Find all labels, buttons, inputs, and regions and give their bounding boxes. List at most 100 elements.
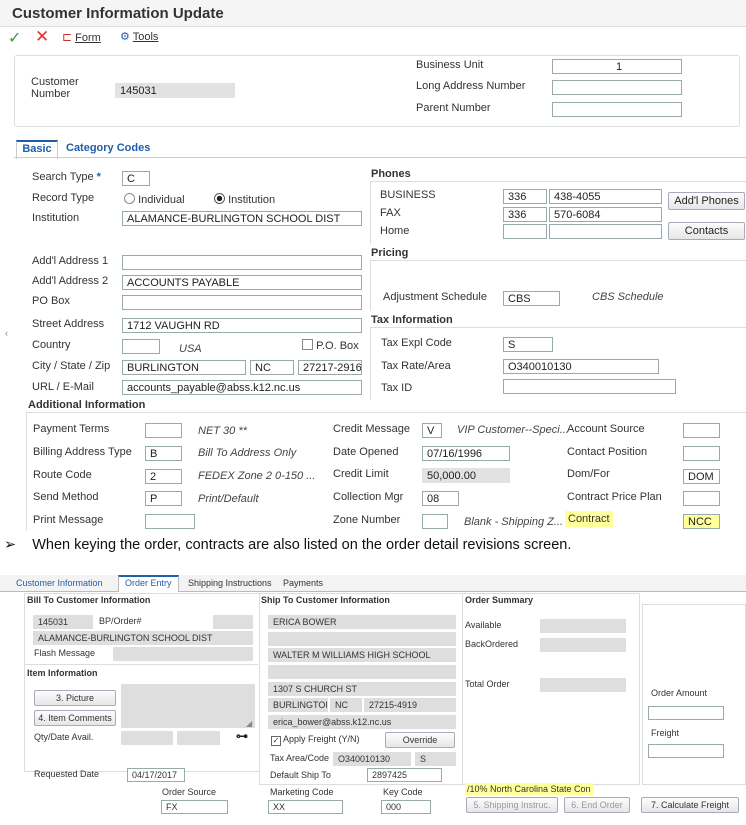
resize-grip-icon[interactable]: ◢	[246, 719, 252, 728]
email-field[interactable]: accounts_payable@abss.k12.nc.us	[122, 380, 362, 395]
tax-rate-field[interactable]: O340010130	[503, 359, 659, 374]
contract-field[interactable]: NCC	[683, 514, 720, 529]
shipping-instructions-button[interactable]: 5. Shipping Instruc.	[466, 797, 558, 813]
ship-to-title: Ship To Customer Information	[261, 595, 390, 605]
date-avail-field	[177, 731, 220, 745]
print-message-field[interactable]	[145, 514, 195, 529]
tax-id-field[interactable]	[503, 379, 676, 394]
phone-fax-number[interactable]: 570-6084	[549, 207, 662, 222]
qty-avail-field	[121, 731, 173, 745]
city-field[interactable]: BURLINGTON	[122, 360, 246, 375]
payment-terms-field[interactable]	[145, 423, 182, 438]
apply-freight-checkbox[interactable]: ✓ Apply Freight (Y/N)	[271, 734, 360, 746]
state-field[interactable]: NC	[250, 360, 294, 375]
form-icon: ⊏	[62, 30, 73, 44]
checkbox-icon	[302, 339, 313, 350]
calculate-freight-button[interactable]: 7. Calculate Freight	[641, 797, 739, 813]
default-ship-field[interactable]: 2897425	[367, 768, 442, 782]
freight-field	[648, 744, 724, 758]
override-button[interactable]: Override	[385, 732, 455, 748]
search-type-field[interactable]: C	[122, 171, 150, 186]
requested-date-field[interactable]: 04/17/2017	[127, 768, 185, 782]
end-order-button[interactable]: 6. End Order	[564, 797, 630, 813]
tax-code-field: S	[415, 752, 456, 766]
marketing-code-field[interactable]: XX	[268, 800, 343, 814]
contacts-button[interactable]: Contacts	[668, 222, 745, 240]
country-field[interactable]	[122, 339, 160, 354]
zone-number-field[interactable]	[422, 514, 448, 529]
item-image-area	[121, 684, 255, 728]
send-method-field[interactable]: P	[145, 491, 182, 506]
bill-to-title: Bill To Customer Information	[27, 595, 151, 605]
long-address-field[interactable]	[552, 80, 682, 95]
dom-for-field[interactable]: DOM	[683, 469, 720, 484]
tab-shipping-instructions[interactable]: Shipping Instructions	[188, 578, 272, 588]
customer-number-label: Customer Number	[31, 76, 79, 100]
addl-address-2-field[interactable]: ACCOUNTS PAYABLE	[122, 275, 362, 290]
contract-price-plan-field[interactable]	[683, 491, 720, 506]
tab-category-codes[interactable]: Category Codes	[66, 142, 150, 154]
date-opened-field[interactable]: 07/16/1996	[422, 446, 510, 461]
tab-order-entry[interactable]: Order Entry	[118, 575, 179, 592]
billing-type-field[interactable]: B	[145, 446, 182, 461]
addl-address-1-field[interactable]	[122, 255, 362, 270]
phone-home-number[interactable]	[549, 224, 662, 239]
tab-payments[interactable]: Payments	[283, 578, 323, 588]
route-code-field[interactable]: 2	[145, 469, 182, 484]
contract-highlight: /10% North Carolina State Con	[465, 783, 593, 795]
adjustment-schedule-desc: CBS Schedule	[592, 291, 664, 303]
phone-fax-area[interactable]: 336	[503, 207, 547, 222]
collection-mgr-field[interactable]: 08	[422, 491, 459, 506]
credit-message-field[interactable]: V	[422, 423, 442, 438]
tax-expl-field[interactable]: S	[503, 337, 553, 352]
cancel-x-icon[interactable]: ✕	[35, 27, 49, 47]
toolbar: ✓ ✕ ⊏ Form ⚙ Tools	[0, 27, 746, 49]
picture-button[interactable]: 3. Picture	[34, 690, 116, 706]
business-unit-field[interactable]: 1	[552, 59, 682, 74]
order-source-label: Order Source	[162, 787, 217, 797]
phone-home-area[interactable]	[503, 224, 547, 239]
order-summary-title: Order Summary	[465, 595, 534, 605]
tax-expl-label: Tax Expl Code	[381, 337, 452, 349]
splitter-handle[interactable]: ‹	[5, 328, 8, 338]
ok-check-icon[interactable]: ✓	[8, 28, 21, 48]
adjustment-schedule-field[interactable]: CBS	[503, 291, 560, 306]
phone-home-label: Home	[380, 225, 410, 237]
billing-type-label: Billing Address Type	[33, 446, 132, 458]
phone-business-area[interactable]: 336	[503, 189, 547, 204]
tab-underline	[14, 157, 746, 158]
parent-number-field[interactable]	[552, 102, 682, 117]
ship-zip-field: 27215-4919	[364, 698, 456, 712]
po-box-checkbox[interactable]: P.O. Box	[302, 339, 359, 352]
po-box-field[interactable]	[122, 295, 362, 310]
account-source-field[interactable]	[683, 423, 720, 438]
tab-customer-information[interactable]: Customer Information	[16, 578, 103, 588]
ship-city-field: BURLINGTON	[268, 698, 328, 712]
item-comments-button[interactable]: 4. Item Comments	[34, 710, 116, 726]
binoculars-icon[interactable]: ⊶	[236, 729, 248, 743]
order-source-field[interactable]: FX	[161, 800, 228, 814]
addl-address-1-label: Add'l Address 1	[32, 255, 109, 267]
addl-phones-button[interactable]: Add'l Phones	[668, 192, 745, 210]
institution-field[interactable]: ALAMANCE-BURLINGTON SCHOOL DIST	[122, 211, 362, 226]
tax-area-field: O340010130	[333, 752, 411, 766]
form-menu[interactable]: ⊏ Form	[62, 30, 101, 44]
order-tabbar	[0, 575, 746, 592]
phone-business-number[interactable]: 438-4055	[549, 189, 662, 204]
page-title: Customer Information Update	[12, 5, 224, 22]
collection-mgr-label: Collection Mgr	[333, 491, 404, 503]
order-amount-field	[648, 706, 724, 720]
zone-number-desc: Blank - Shipping Z...	[464, 516, 564, 528]
contract-label: Contract	[565, 511, 613, 527]
ship-street-field: 1307 S CHURCH ST	[268, 682, 456, 696]
tools-menu[interactable]: ⚙ Tools	[120, 30, 158, 43]
record-type-institution[interactable]: Institution	[214, 193, 275, 206]
record-type-individual[interactable]: Individual	[124, 193, 185, 206]
bill-customer-field: 145031	[33, 615, 93, 629]
bill-name-field: ALAMANCE-BURLINGTON SCHOOL DIST	[33, 631, 253, 645]
required-star-icon: *	[96, 171, 101, 183]
key-code-field[interactable]: 000	[381, 800, 431, 814]
street-field[interactable]: 1712 VAUGHN RD	[122, 318, 362, 333]
zip-field[interactable]: 27217-2916	[298, 360, 362, 375]
contact-position-field[interactable]	[683, 446, 720, 461]
